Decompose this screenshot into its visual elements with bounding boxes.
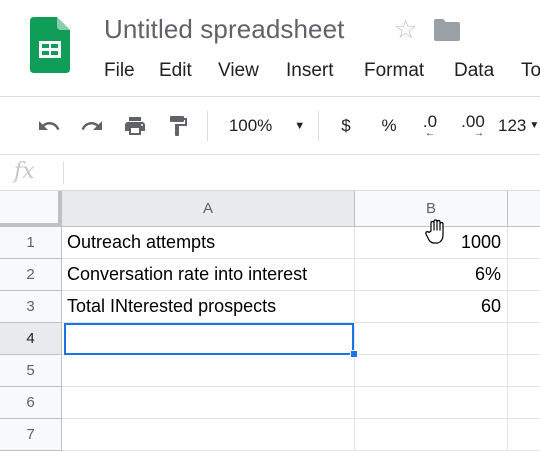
chevron-down-icon: ▼ — [294, 119, 306, 132]
formula-input[interactable] — [70, 155, 540, 191]
undo-icon[interactable] — [34, 97, 64, 154]
row-header[interactable]: 3 — [0, 291, 62, 323]
toolbar-separator — [207, 111, 208, 141]
chevron-down-icon: ▼ — [529, 120, 540, 131]
more-formats-button[interactable]: 123 ▼ — [498, 97, 540, 154]
menu-tools[interactable]: To — [521, 60, 540, 82]
cell-b3[interactable]: 60 — [355, 291, 508, 323]
app-header: Untitled spreadsheet ☆ File Edit View In… — [0, 0, 540, 96]
column-header-a[interactable]: A — [62, 191, 355, 227]
toolbar: 100% ▼ $ % .0 ← .00 → 123 ▼ — [0, 97, 540, 154]
percent-format-button[interactable]: % — [376, 97, 402, 154]
percent-label: % — [381, 115, 397, 135]
decrease-decimal-button[interactable]: .0 ← — [415, 97, 445, 154]
cell-c1[interactable] — [508, 227, 540, 259]
cell-c4[interactable] — [508, 323, 540, 355]
row-header[interactable]: 2 — [0, 259, 62, 291]
menu-file[interactable]: File — [104, 60, 135, 82]
cell-c3[interactable] — [508, 291, 540, 323]
formula-bar-separator — [63, 162, 64, 184]
row-header[interactable]: 1 — [0, 227, 62, 259]
toolbar-separator — [318, 111, 319, 141]
row-header[interactable]: 4 — [0, 323, 62, 355]
zoom-value: 100% — [228, 115, 273, 135]
cell-a5[interactable] — [62, 355, 355, 387]
formula-bar: fx — [0, 155, 540, 191]
currency-label: $ — [341, 115, 351, 135]
row-header[interactable]: 7 — [0, 419, 62, 451]
row-header[interactable]: 6 — [0, 387, 62, 419]
fill-handle[interactable] — [350, 350, 358, 358]
menu-format[interactable]: Format — [364, 60, 424, 82]
increase-decimal-button[interactable]: .00 → — [456, 97, 490, 154]
cell-b4[interactable] — [355, 323, 508, 355]
cell-a7[interactable] — [62, 419, 355, 451]
cell-b5[interactable] — [355, 355, 508, 387]
cell-c7[interactable] — [508, 419, 540, 451]
more-formats-label: 123 — [498, 115, 527, 135]
cell-a6[interactable] — [62, 387, 355, 419]
select-all-corner[interactable] — [0, 191, 62, 227]
column-header-c[interactable] — [508, 191, 540, 227]
cell-b7[interactable] — [355, 419, 508, 451]
cell-a1[interactable]: Outreach attempts — [62, 227, 355, 259]
cell-c5[interactable] — [508, 355, 540, 387]
folder-icon[interactable] — [434, 19, 460, 41]
cell-a3[interactable]: Total INterested prospects — [62, 291, 355, 323]
menu-view[interactable]: View — [218, 60, 259, 82]
cell-b2[interactable]: 6% — [355, 259, 508, 291]
google-sheets-logo-icon[interactable] — [30, 17, 70, 73]
redo-icon[interactable] — [77, 97, 107, 154]
cell-c6[interactable] — [508, 387, 540, 419]
menu-data[interactable]: Data — [454, 60, 494, 82]
spreadsheet-grid: A B 1 2 3 4 5 6 7 Outreach attempts 1000… — [0, 191, 540, 451]
active-cell-selection — [64, 323, 354, 355]
arrow-left-icon: ← — [425, 127, 435, 139]
hand-cursor-icon — [425, 219, 444, 244]
cell-a2[interactable]: Conversation rate into interest — [62, 259, 355, 291]
row-header[interactable]: 5 — [0, 355, 62, 387]
zoom-select[interactable]: 100% ▼ — [222, 97, 312, 154]
menu-insert[interactable]: Insert — [286, 60, 334, 82]
paint-format-icon[interactable] — [163, 97, 193, 154]
currency-format-button[interactable]: $ — [334, 97, 358, 154]
menu-edit[interactable]: Edit — [159, 60, 192, 82]
cell-c2[interactable] — [508, 259, 540, 291]
cell-b6[interactable] — [355, 387, 508, 419]
fx-icon: fx — [14, 159, 35, 184]
star-icon[interactable]: ☆ — [394, 14, 417, 44]
arrow-right-icon: → — [474, 127, 484, 139]
document-title[interactable]: Untitled spreadsheet — [104, 14, 344, 45]
print-icon[interactable] — [120, 97, 150, 154]
